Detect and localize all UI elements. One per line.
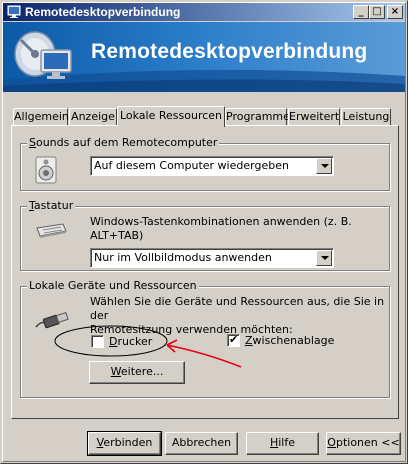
- local-devices-group: Lokale Geräte und Ressourcen Wählen Sie …: [20, 279, 390, 398]
- chevron-down-icon: [321, 256, 329, 260]
- printers-label[interactable]: Drucker: [109, 335, 152, 348]
- keyboard-dropdown-button[interactable]: [316, 250, 332, 266]
- sounds-group-label: Sounds auf dem Remotecomputer: [27, 136, 220, 149]
- tab-panel-lokale-ressourcen: Sounds auf dem Remotecomputer Auf diesem…: [11, 125, 399, 419]
- remote-desktop-window: Remotedesktopverbindung _ □ × Remotedesk…: [0, 0, 408, 464]
- sounds-dropdown[interactable]: Auf diesem Computer wiedergeben: [90, 156, 334, 176]
- sounds-group: Sounds auf dem Remotecomputer Auf diesem…: [20, 136, 390, 191]
- checkmark-icon: ✔: [229, 333, 239, 346]
- maximize-button[interactable]: □: [369, 5, 385, 19]
- connect-button[interactable]: Verbinden: [87, 431, 162, 456]
- tab-lokale-ressourcen[interactable]: Lokale Ressourcen: [117, 106, 225, 127]
- speaker-icon: [35, 156, 57, 184]
- tab-erweitert[interactable]: Erweitert: [288, 108, 340, 126]
- sounds-dropdown-value: Auf diesem Computer wiedergeben: [94, 159, 289, 172]
- banner-title: Remotedesktopverbindung: [91, 40, 368, 63]
- keyboard-dropdown-value: Nur im Vollbildmodus anwenden: [94, 251, 272, 264]
- window-title: Remotedesktopverbindung: [25, 5, 181, 19]
- keyboard-description: Windows-Tastenkombinationen anwenden (z.…: [90, 215, 352, 242]
- tab-leistung[interactable]: Leistung: [341, 108, 391, 126]
- sounds-dropdown-button[interactable]: [316, 158, 332, 174]
- printers-checkbox[interactable]: [91, 335, 104, 348]
- keyboard-group-label: Tastatur: [27, 199, 76, 212]
- maximize-icon: □: [372, 6, 382, 17]
- clipboard-checkbox[interactable]: ✔: [227, 333, 240, 347]
- tab-anzeige[interactable]: Anzeige: [69, 108, 117, 126]
- chevron-down-icon: [321, 164, 329, 168]
- keyboard-group: Tastatur Windows-Tastenkombinationen anw…: [20, 199, 390, 271]
- minimize-button[interactable]: _: [353, 5, 369, 19]
- local-devices-description: Wählen Sie die Geräte und Ressourcen aus…: [90, 295, 385, 336]
- keyboard-dropdown[interactable]: Nur im Vollbildmodus anwenden: [90, 248, 334, 268]
- options-button[interactable]: Optionen <<: [326, 432, 401, 455]
- usb-plug-icon: [35, 311, 69, 329]
- more-button[interactable]: Weitere...: [89, 361, 185, 384]
- title-bar[interactable]: Remotedesktopverbindung _ □ ×: [3, 3, 405, 21]
- keyboard-icon: [36, 223, 67, 238]
- remote-desktop-logo-icon: [14, 31, 72, 79]
- minimize-icon: _: [358, 6, 364, 17]
- close-icon: ×: [390, 6, 400, 17]
- cancel-button[interactable]: Abbrechen: [165, 432, 238, 455]
- local-devices-group-label: Lokale Geräte und Ressourcen: [27, 279, 199, 292]
- clipboard-label[interactable]: Zwischenablage: [245, 334, 334, 347]
- close-button[interactable]: ×: [387, 5, 403, 19]
- banner: Remotedesktopverbindung: [3, 22, 405, 92]
- help-button[interactable]: Hilfe: [246, 432, 319, 455]
- remote-desktop-app-icon: [7, 5, 21, 18]
- tab-programme[interactable]: Programme: [225, 108, 290, 126]
- tab-allgemein[interactable]: Allgemein: [13, 108, 69, 126]
